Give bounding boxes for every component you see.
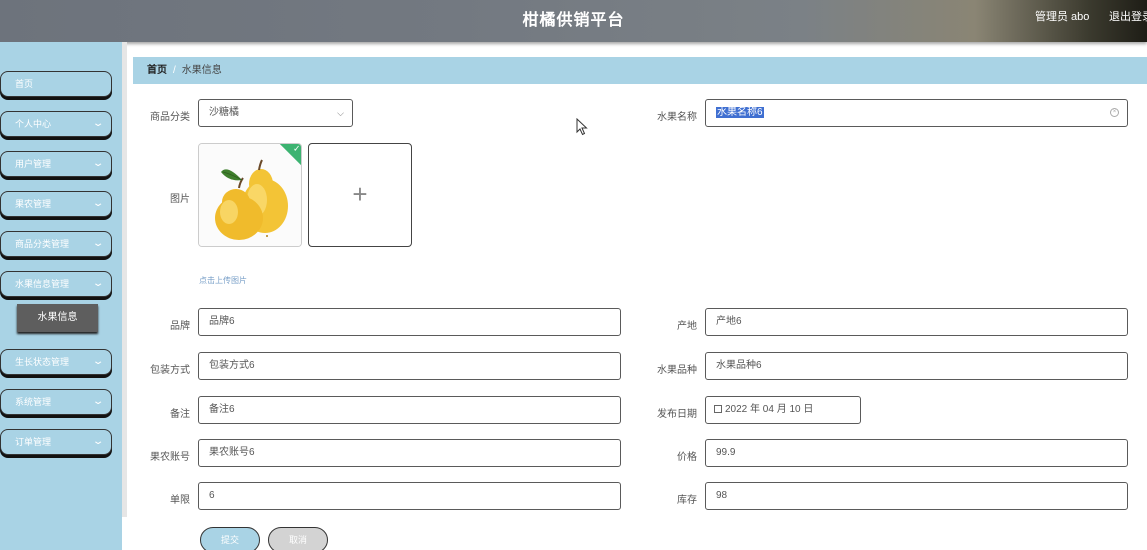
- chevron-down-icon: ⌄: [91, 198, 105, 209]
- variety-input[interactable]: 水果品种6: [705, 352, 1128, 380]
- brand-label: 品牌: [170, 321, 190, 332]
- sidebar-item-profile[interactable]: 个人中心 ⌄: [0, 111, 112, 137]
- sidebar-item-label: 首页: [15, 79, 34, 89]
- check-icon: ✓: [293, 143, 301, 154]
- variety-label: 水果品种: [657, 365, 697, 376]
- sidebar-item-orders[interactable]: 订单管理 ⌄: [0, 429, 112, 455]
- farmer-account-label: 果农账号: [150, 452, 190, 463]
- farmer-account-input[interactable]: 果农账号6: [198, 439, 621, 467]
- admin-user-label: 管理员 abo: [1035, 11, 1090, 23]
- sidebar-item-label: 用户管理: [15, 159, 52, 169]
- logout-link[interactable]: 退出登录: [1109, 8, 1147, 24]
- chevron-down-icon: ⌄: [91, 158, 105, 169]
- plus-icon: +: [352, 179, 368, 209]
- sidebar-item-label: 水果信息管理: [15, 279, 70, 289]
- origin-label: 产地: [677, 321, 697, 332]
- breadcrumb: 首页 / 水果信息: [133, 57, 1147, 84]
- sidebar-item-label: 个人中心: [15, 119, 52, 129]
- publish-date-label: 发布日期: [657, 409, 697, 420]
- sidebar-item-system[interactable]: 系统管理 ⌄: [0, 389, 112, 415]
- mouse-cursor-icon: [576, 118, 588, 136]
- pear-image-icon: [199, 144, 301, 246]
- publish-date-picker[interactable]: 2022 年 04 月 10 日: [705, 396, 861, 424]
- chevron-down-icon: ⌄: [91, 238, 105, 249]
- submit-button[interactable]: 提交: [200, 527, 260, 550]
- packaging-input[interactable]: 包装方式6: [198, 352, 621, 380]
- sidebar-item-farmers[interactable]: 果农管理 ⌄: [0, 191, 112, 217]
- fruit-name-input[interactable]: 水果名称6 ×: [705, 99, 1128, 127]
- sidebar-item-growth[interactable]: 生长状态管理 ⌄: [0, 349, 112, 375]
- cancel-button[interactable]: 取消: [268, 527, 328, 550]
- brand-input[interactable]: 品牌6: [198, 308, 621, 336]
- category-select-value: 沙糖橘: [209, 107, 239, 118]
- price-label: 价格: [677, 452, 697, 463]
- add-image-button[interactable]: +: [308, 143, 412, 247]
- fruit-name-value: 水果名称6: [716, 107, 764, 118]
- breadcrumb-home[interactable]: 首页: [147, 65, 167, 76]
- packaging-label: 包装方式: [150, 365, 190, 376]
- chevron-down-icon: ⌵: [337, 108, 344, 118]
- uploaded-image-thumbnail[interactable]: ✓: [198, 143, 302, 247]
- breadcrumb-separator: /: [173, 65, 176, 76]
- sidebar-divider: [122, 42, 127, 517]
- sidebar-subitem-fruit-info[interactable]: 水果信息: [17, 304, 98, 332]
- category-label: 商品分类: [150, 112, 190, 123]
- sidebar-item-users[interactable]: 用户管理 ⌄: [0, 151, 112, 177]
- category-select[interactable]: 沙糖橘 ⌵: [198, 99, 353, 127]
- sidebar-item-fruit-info[interactable]: 水果信息管理 ⌄: [0, 271, 112, 297]
- stock-input[interactable]: 98: [705, 482, 1128, 510]
- chevron-down-icon: ⌄: [91, 118, 105, 129]
- calendar-icon: [714, 405, 722, 413]
- sidebar-item-label: 商品分类管理: [15, 239, 70, 249]
- limit-input[interactable]: 6: [198, 482, 621, 510]
- clear-icon[interactable]: ×: [1110, 108, 1119, 117]
- upload-hint: 点击上传图片: [199, 276, 247, 285]
- sidebar-item-label: 系统管理: [15, 397, 52, 407]
- price-input[interactable]: 99.9: [705, 439, 1128, 467]
- image-label: 图片: [170, 194, 190, 205]
- chevron-down-icon: ⌄: [91, 396, 105, 407]
- sidebar-item-label: 果农管理: [15, 199, 52, 209]
- sidebar-item-categories[interactable]: 商品分类管理 ⌄: [0, 231, 112, 257]
- chevron-down-icon: ⌄: [91, 278, 105, 289]
- top-header: 柑橘供销平台 管理员 abo 退出登录: [0, 0, 1147, 42]
- chevron-down-icon: ⌄: [91, 436, 105, 447]
- sidebar-item-label: 生长状态管理: [15, 357, 70, 367]
- remark-input[interactable]: 备注6: [198, 396, 621, 424]
- chevron-down-icon: ⌄: [91, 356, 105, 367]
- remark-label: 备注: [170, 409, 190, 420]
- fruit-name-label: 水果名称: [657, 112, 697, 123]
- origin-input[interactable]: 产地6: [705, 308, 1128, 336]
- stock-label: 库存: [677, 495, 697, 506]
- publish-date-value: 2022 年 04 月 10 日: [725, 404, 814, 415]
- sidebar-item-label: 订单管理: [15, 437, 52, 447]
- limit-label: 单限: [170, 495, 190, 506]
- app-title: 柑橘供销平台: [522, 12, 625, 29]
- breadcrumb-current: 水果信息: [181, 65, 222, 76]
- sidebar-item-home[interactable]: 首页: [0, 71, 112, 97]
